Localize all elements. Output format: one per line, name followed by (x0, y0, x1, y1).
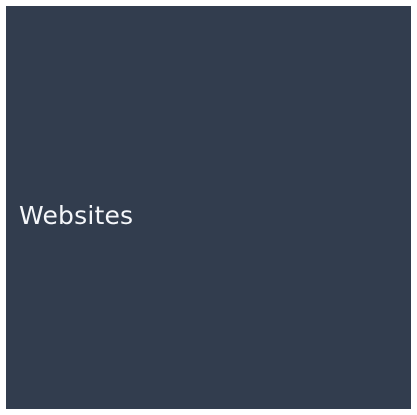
tile-label: Websites (19, 201, 134, 230)
category-tile-websites[interactable]: Websites (6, 6, 411, 409)
page-frame: Websites (0, 0, 417, 415)
